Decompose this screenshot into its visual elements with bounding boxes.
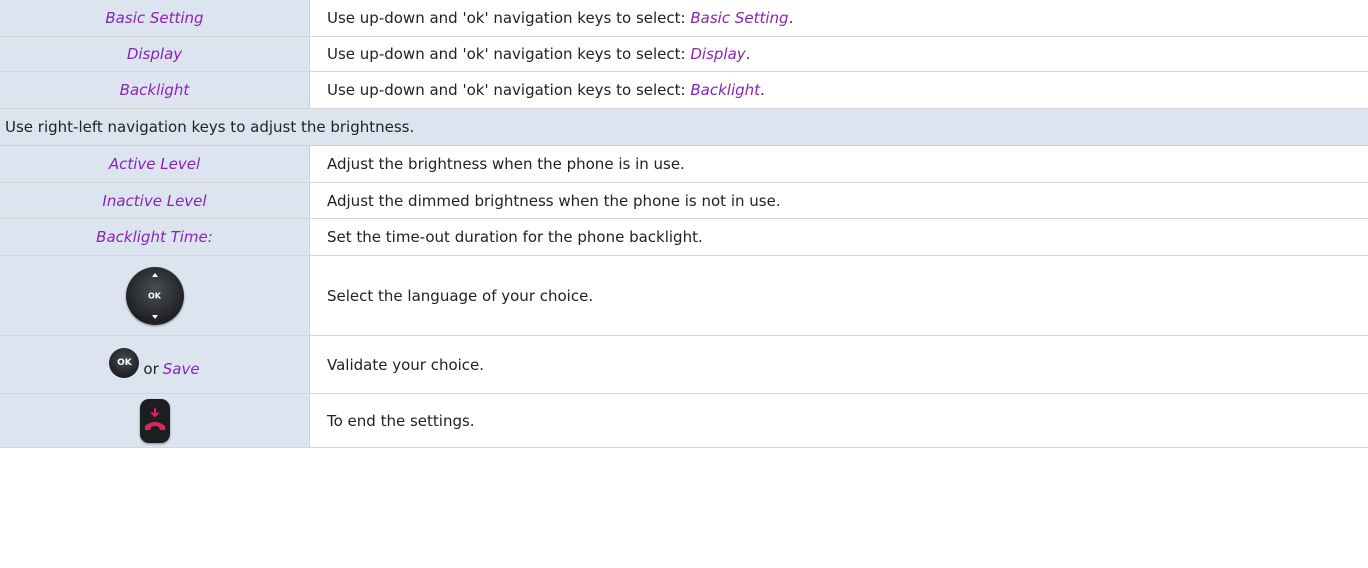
row-icon-cell: OK or Save — [0, 336, 310, 393]
up-arrow-icon — [151, 272, 158, 277]
row-description-cell: Use up-down and 'ok' navigation keys to … — [310, 37, 1368, 71]
row-description: Use up-down and 'ok' navigation keys to … — [327, 81, 686, 99]
table-row: Display Use up-down and 'ok' navigation … — [0, 37, 1368, 72]
row-description: Use up-down and 'ok' navigation keys to … — [327, 9, 686, 27]
ok-button-icon: OK — [109, 347, 140, 378]
row-description-end: . — [760, 81, 765, 99]
note-text: Use right-left navigation keys to adjust… — [5, 118, 415, 136]
row-description: Select the language of your choice. — [327, 286, 594, 305]
row-description-emphasis: Basic Setting — [690, 9, 789, 27]
row-description-end: . — [788, 9, 794, 27]
hang-up-key-icon — [139, 398, 170, 443]
row-label-cell: Backlight — [0, 72, 310, 108]
row-description-emphasis: Display — [690, 45, 746, 63]
row-label: Backlight Time: — [96, 228, 213, 246]
row-description: Adjust the dimmed brightness when the ph… — [327, 191, 781, 210]
row-description-cell: To end the settings. — [310, 394, 1368, 447]
row-icon-cell: OK — [0, 256, 310, 335]
row-description: Set the time-out duration for the phone … — [327, 228, 703, 246]
ok-label: OK — [148, 291, 161, 300]
table-row: Backlight Time: Set the time-out duratio… — [0, 219, 1368, 256]
row-description-cell: Select the language of your choice. — [310, 256, 1368, 335]
row-description-cell: Validate your choice. — [310, 336, 1368, 393]
row-label-cell: Inactive Level — [0, 183, 310, 218]
row-label: Display — [126, 45, 183, 63]
row-description: Validate your choice. — [327, 355, 485, 374]
row-label-cell: Display — [0, 37, 310, 71]
row-label: Backlight — [119, 81, 190, 99]
navigation-keypad-icon: OK — [125, 266, 184, 325]
table-row: OK Select the language of your choice. — [0, 256, 1368, 336]
row-description-emphasis: Backlight — [690, 81, 761, 99]
row-label-cell: Active Level — [0, 146, 310, 182]
instruction-table: Basic Setting Use up-down and 'ok' navig… — [0, 0, 1368, 448]
row-label: Basic Setting — [105, 9, 204, 27]
row-description-cell: Use up-down and 'ok' navigation keys to … — [310, 0, 1368, 36]
down-arrow-icon — [151, 314, 158, 319]
row-label: Active Level — [108, 155, 201, 173]
row-description-cell: Adjust the dimmed brightness when the ph… — [310, 183, 1368, 218]
row-description: Use up-down and 'ok' navigation keys to … — [327, 45, 686, 63]
row-description: Adjust the brightness when the phone is … — [327, 155, 685, 173]
or-text: or — [143, 359, 159, 378]
table-row: To end the settings. — [0, 394, 1368, 448]
note-row: Use right-left navigation keys to adjust… — [0, 109, 1368, 146]
table-row: Backlight Use up-down and 'ok' navigatio… — [0, 72, 1368, 109]
row-label: Inactive Level — [102, 191, 207, 210]
table-row: Inactive Level Adjust the dimmed brightn… — [0, 183, 1368, 219]
row-description: To end the settings. — [327, 411, 475, 430]
row-description-cell: Adjust the brightness when the phone is … — [310, 146, 1368, 182]
table-row: OK or Save Validate your choice. — [0, 336, 1368, 394]
row-label-cell: Backlight Time: — [0, 219, 310, 255]
hang-up-glyph-icon — [144, 407, 165, 430]
row-description-cell: Set the time-out duration for the phone … — [310, 219, 1368, 255]
table-row: Basic Setting Use up-down and 'ok' navig… — [0, 0, 1368, 37]
validate-options: OK or Save — [109, 347, 200, 378]
row-icon-cell — [0, 394, 310, 447]
table-row: Active Level Adjust the brightness when … — [0, 146, 1368, 183]
save-label: Save — [162, 359, 200, 378]
row-description-cell: Use up-down and 'ok' navigation keys to … — [310, 72, 1368, 108]
row-label-cell: Basic Setting — [0, 0, 310, 36]
row-description-end: . — [745, 45, 751, 63]
